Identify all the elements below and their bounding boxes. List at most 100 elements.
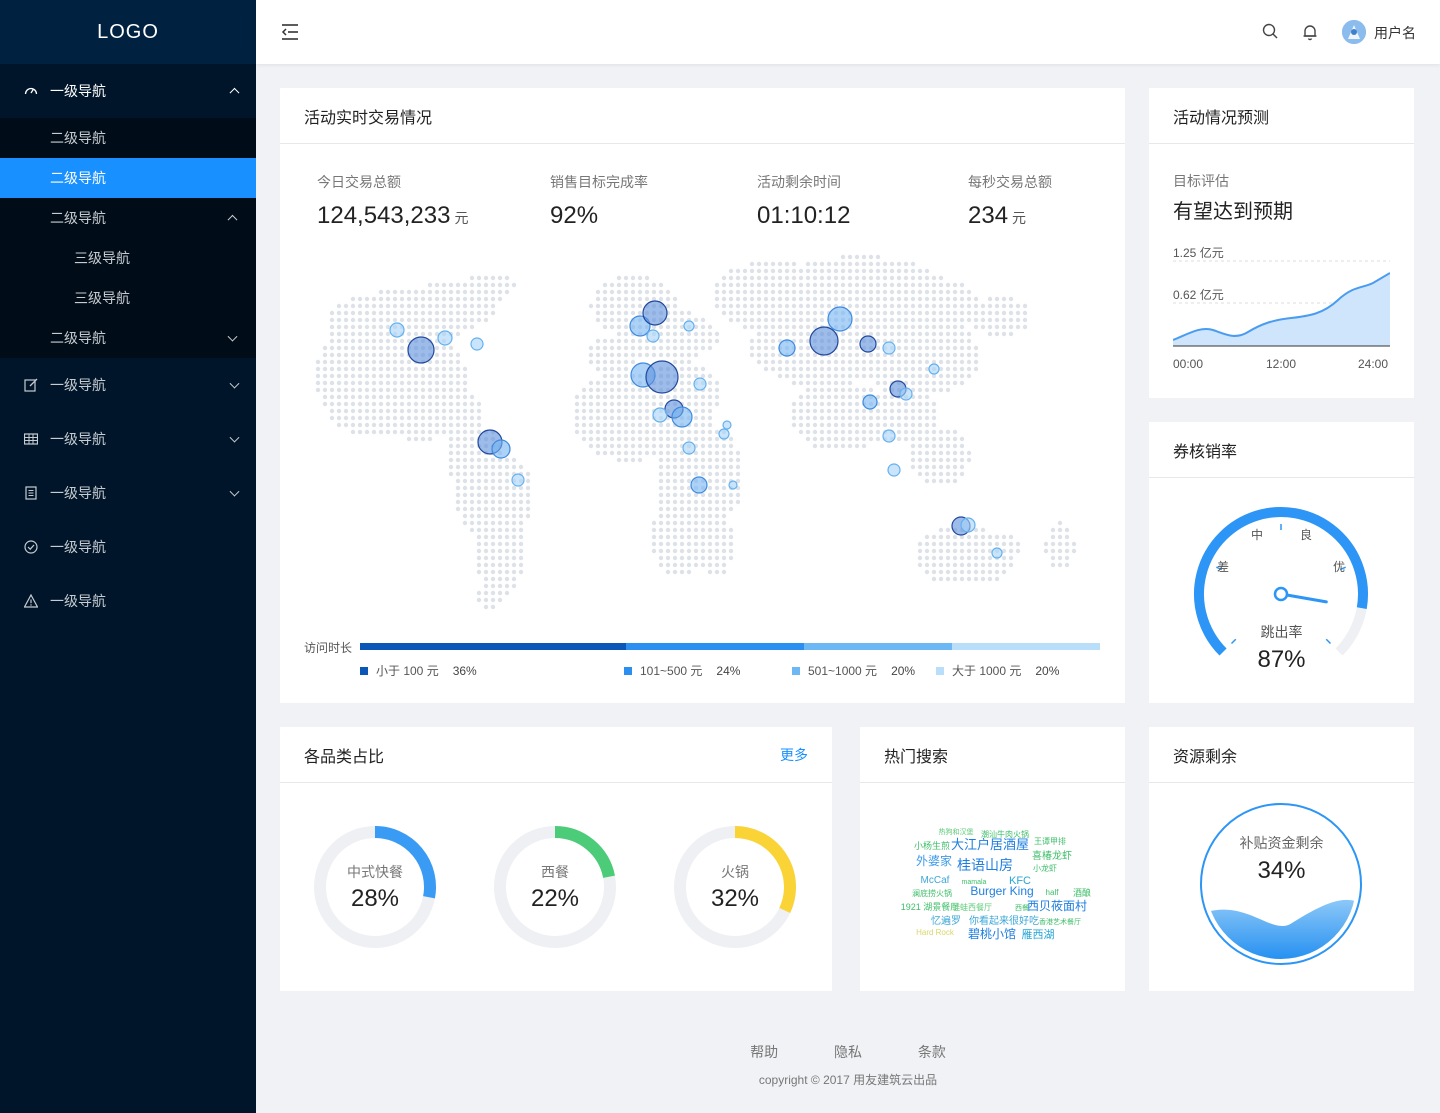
word-cloud-term[interactable]: 喜椿龙虾 xyxy=(1032,849,1072,862)
map-dot xyxy=(658,485,664,491)
map-dot xyxy=(700,338,706,344)
map-dot xyxy=(462,373,468,379)
word-cloud-term[interactable]: Hard Rock xyxy=(916,928,955,937)
map-dot xyxy=(938,317,944,323)
word-cloud-term[interactable]: half xyxy=(1046,888,1060,897)
map-dot xyxy=(826,289,832,295)
word-cloud-term[interactable]: 小龙虾 xyxy=(1033,863,1057,873)
word-cloud-term[interactable]: mamala xyxy=(962,879,987,886)
map-dot xyxy=(357,373,363,379)
nav-sub-item-expanded[interactable]: 二级导航 xyxy=(0,198,256,238)
word-cloud-term[interactable]: 桂语山房 xyxy=(957,857,1013,873)
map-dot xyxy=(945,541,951,547)
word-cloud-term[interactable]: 香港艺术餐厅 xyxy=(1039,917,1081,926)
map-dot xyxy=(805,268,811,274)
map-dot xyxy=(707,492,713,498)
nav-sub-item-active[interactable]: 二级导航 xyxy=(0,158,256,198)
map-dot xyxy=(980,534,986,540)
map-dot xyxy=(609,359,615,365)
map-dot xyxy=(749,324,755,330)
word-cloud-term[interactable]: 小杨生煎 xyxy=(914,840,950,851)
map-dot xyxy=(315,366,321,372)
gauge-label-fair: 中 xyxy=(1251,528,1264,542)
word-cloud-term[interactable]: 你看起来很好吃 xyxy=(969,914,1039,927)
map-dot xyxy=(483,499,489,505)
username[interactable]: 用户名 xyxy=(1374,23,1416,43)
footer-link-terms[interactable]: 条款 xyxy=(918,1044,946,1060)
map-dot xyxy=(714,492,720,498)
word-cloud-term[interactable]: 忆遍罗 xyxy=(931,914,961,927)
map-dot xyxy=(924,352,930,358)
map-dot xyxy=(889,275,895,281)
bell-icon[interactable] xyxy=(1302,23,1318,41)
search-icon[interactable] xyxy=(1262,23,1278,39)
map-dot xyxy=(784,366,790,372)
word-cloud-term[interactable]: KFC xyxy=(1009,875,1031,887)
nav-item-3[interactable]: 一级导航 xyxy=(0,412,256,466)
map-dot xyxy=(847,338,853,344)
nav-item-label: 一级导航 xyxy=(50,485,106,501)
map-dot xyxy=(595,436,601,442)
map-dot xyxy=(343,310,349,316)
word-cloud-term[interactable]: 热狗和汉堡 xyxy=(939,827,974,836)
map-dot xyxy=(854,261,860,267)
nav-item-1[interactable]: 一级导航 xyxy=(0,64,256,118)
nav-item-2[interactable]: 一级导航 xyxy=(0,358,256,412)
map-dot xyxy=(371,380,377,386)
map-dot xyxy=(644,429,650,435)
map-dot xyxy=(875,296,881,302)
word-cloud-term[interactable]: 西贝莜面村 xyxy=(1027,899,1087,913)
map-dot xyxy=(1001,324,1007,330)
avatar[interactable] xyxy=(1342,20,1366,44)
nav-third-item[interactable]: 三级导航 xyxy=(0,278,256,318)
word-cloud-term[interactable]: 蛙蛙西餐厅 xyxy=(952,902,992,912)
footer-link-help[interactable]: 帮助 xyxy=(750,1044,778,1060)
map-dot xyxy=(826,387,832,393)
map-dot xyxy=(1001,555,1007,561)
nav-sub-item-collapsed[interactable]: 二级导航 xyxy=(0,318,256,358)
map-dot xyxy=(392,303,398,309)
more-link[interactable]: 更多 xyxy=(780,745,808,765)
map-dot xyxy=(728,268,734,274)
map-dot xyxy=(378,345,384,351)
map-dot xyxy=(637,289,643,295)
menu-fold-icon[interactable] xyxy=(280,22,300,42)
stat-rate: 销售目标完成率 92% xyxy=(550,172,648,230)
nav-third-item[interactable]: 三级导航 xyxy=(0,238,256,278)
map-dot xyxy=(665,296,671,302)
word-cloud-term[interactable]: 碧桃小馆 xyxy=(968,926,1016,941)
map-dot xyxy=(658,422,664,428)
map-dot xyxy=(469,499,475,505)
word-cloud-term[interactable]: McCaf xyxy=(921,875,950,886)
map-dot xyxy=(665,485,671,491)
word-cloud-term[interactable]: 外婆家 xyxy=(916,853,952,868)
nav-item-6[interactable]: 一级导航 xyxy=(0,574,256,628)
word-cloud-term[interactable]: 大江户居酒屋 xyxy=(951,837,1029,852)
map-dot xyxy=(595,380,601,386)
map-dot xyxy=(987,324,993,330)
nav-item-4[interactable]: 一级导航 xyxy=(0,466,256,520)
word-cloud-term[interactable]: 潮汕牛肉火锅 xyxy=(981,829,1029,839)
nav-item-5[interactable]: 一级导航 xyxy=(0,520,256,574)
word-cloud-term[interactable]: 澜底捞火锅 xyxy=(912,888,952,898)
nav-sub-item[interactable]: 二级导航 xyxy=(0,118,256,158)
map-dot xyxy=(679,310,685,316)
map-dot xyxy=(868,422,874,428)
map-dot xyxy=(343,394,349,400)
map-dot xyxy=(707,457,713,463)
map-dot xyxy=(616,366,622,372)
word-cloud-term[interactable]: 雁西湖 xyxy=(1022,928,1055,941)
map-dot xyxy=(476,408,482,414)
map-dot xyxy=(868,310,874,316)
map-dot xyxy=(469,492,475,498)
word-cloud-term[interactable]: 王谭甲排 xyxy=(1034,836,1066,846)
word-cloud-term[interactable]: 酒酿 xyxy=(1073,887,1091,898)
word-cloud-term[interactable]: 西餐 xyxy=(1015,903,1029,912)
footer-link-privacy[interactable]: 隐私 xyxy=(834,1044,862,1060)
map-dot xyxy=(847,261,853,267)
map-dot xyxy=(931,450,937,456)
map-dot xyxy=(525,478,531,484)
word-cloud-term[interactable]: 1921 湖景餐厅 xyxy=(901,901,960,912)
map-dot xyxy=(385,429,391,435)
map-dot xyxy=(707,401,713,407)
